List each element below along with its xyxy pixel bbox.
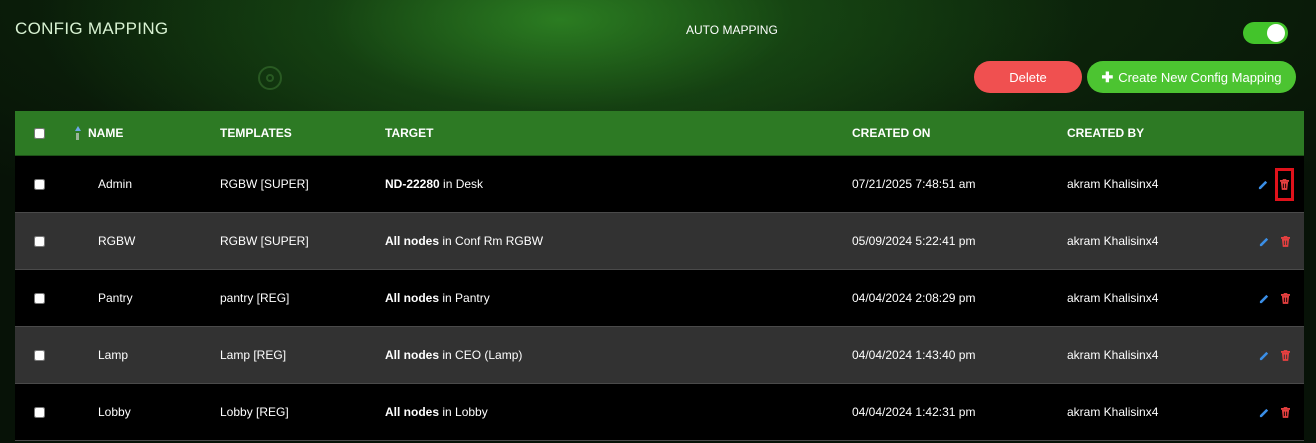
row-target-location: in Conf Rm RGBW [439, 234, 544, 248]
column-header-templates[interactable]: TEMPLATES [220, 126, 385, 140]
row-created-by: akram Khalisinx4 [1067, 177, 1159, 191]
row-template: RGBW [SUPER] [220, 177, 309, 191]
sort-ascending-icon[interactable] [67, 126, 88, 140]
row-created-by: akram Khalisinx4 [1067, 348, 1159, 362]
auto-mapping-toggle[interactable] [1243, 22, 1288, 44]
delete-button[interactable]: Delete [974, 61, 1082, 93]
row-target: ND-22280 in Desk [385, 177, 852, 191]
pencil-icon[interactable] [1258, 179, 1269, 190]
row-target: All nodes in CEO (Lamp) [385, 348, 852, 362]
config-mapping-table: NAME TEMPLATES TARGET CREATED ON CREATED… [15, 111, 1304, 441]
pencil-icon[interactable] [1259, 407, 1270, 418]
create-config-mapping-button[interactable]: ✚ Create New Config Mapping [1087, 61, 1296, 93]
row-name: Lamp [98, 348, 129, 362]
row-checkbox[interactable] [33, 406, 45, 418]
row-template: Lobby [REG] [220, 405, 289, 419]
table-row[interactable]: RGBW RGBW [SUPER] All nodes in Conf Rm R… [15, 213, 1304, 270]
row-target-location: in Lobby [439, 405, 488, 419]
pencil-icon[interactable] [1259, 293, 1270, 304]
column-header-name[interactable]: NAME [88, 126, 220, 140]
row-target-node: All nodes [385, 405, 440, 419]
row-created-by: akram Khalisinx4 [1067, 291, 1159, 305]
page-title: CONFIG MAPPING [15, 19, 169, 38]
row-name: Pantry [98, 291, 133, 305]
delete-row-button[interactable] [1275, 167, 1294, 201]
column-header-target[interactable]: TARGET [385, 126, 852, 140]
row-checkbox[interactable] [33, 349, 45, 361]
row-target: All nodes in Pantry [385, 291, 852, 305]
row-checkbox[interactable] [33, 235, 45, 247]
row-target: All nodes in Conf Rm RGBW [385, 234, 852, 248]
table-header: NAME TEMPLATES TARGET CREATED ON CREATED… [15, 111, 1304, 156]
row-checkbox[interactable] [33, 292, 45, 304]
delete-row-button[interactable] [1276, 340, 1294, 370]
toggle-knob [1267, 24, 1285, 42]
decorative-ring-icon [258, 66, 282, 90]
delete-button-label: Delete [1009, 69, 1047, 85]
row-template: pantry [REG] [220, 291, 290, 305]
row-created-on: 04/04/2024 2:08:29 pm [852, 291, 976, 305]
select-all-cell [15, 127, 63, 139]
plus-icon: ✚ [1101, 68, 1114, 85]
sort-toggle[interactable] [63, 126, 88, 140]
table-row[interactable]: Lamp Lamp [REG] All nodes in CEO (Lamp) … [15, 327, 1304, 384]
trash-icon[interactable] [1280, 292, 1290, 304]
trash-icon[interactable] [1280, 349, 1290, 361]
row-name: Admin [98, 177, 133, 191]
row-created-on: 04/04/2024 1:42:31 pm [852, 405, 976, 419]
row-name: Lobby [98, 405, 131, 419]
row-target-location: in Pantry [439, 291, 490, 305]
trash-icon[interactable] [1280, 235, 1290, 247]
row-created-on: 05/09/2024 5:22:41 pm [852, 234, 976, 248]
select-all-checkbox[interactable] [33, 127, 45, 139]
table-row[interactable]: Lobby Lobby [REG] All nodes in Lobby 04/… [15, 384, 1304, 441]
row-target-node: All nodes [385, 291, 440, 305]
row-created-by: akram Khalisinx4 [1067, 405, 1159, 419]
row-target-location: in CEO (Lamp) [439, 348, 523, 362]
delete-row-button[interactable] [1276, 226, 1294, 256]
delete-row-button[interactable] [1276, 397, 1294, 427]
row-created-by: akram Khalisinx4 [1067, 234, 1159, 248]
row-target-node: All nodes [385, 234, 440, 248]
row-name: RGBW [98, 234, 136, 248]
row-created-on: 07/21/2025 7:48:51 am [852, 177, 976, 191]
row-target-node: All nodes [385, 348, 440, 362]
row-template: RGBW [SUPER] [220, 234, 309, 248]
column-header-created-on[interactable]: CREATED ON [852, 126, 1067, 140]
trash-icon[interactable] [1280, 178, 1289, 190]
pencil-icon[interactable] [1259, 350, 1270, 361]
row-created-on: 04/04/2024 1:43:40 pm [852, 348, 976, 362]
table-row[interactable]: Admin RGBW [SUPER] ND-22280 in Desk 07/2… [15, 156, 1304, 213]
create-button-label: Create New Config Mapping [1118, 69, 1282, 85]
row-checkbox[interactable] [33, 178, 45, 190]
auto-mapping-label: AUTO MAPPING [686, 23, 778, 37]
row-target-node: ND-22280 [385, 177, 440, 191]
row-target: All nodes in Lobby [385, 405, 852, 419]
row-target-location: in Desk [439, 177, 484, 191]
column-header-created-by[interactable]: CREATED BY [1067, 126, 1247, 140]
pencil-icon[interactable] [1259, 236, 1270, 247]
trash-icon[interactable] [1280, 406, 1290, 418]
table-row[interactable]: Pantry pantry [REG] All nodes in Pantry … [15, 270, 1304, 327]
delete-row-button[interactable] [1276, 283, 1294, 313]
row-template: Lamp [REG] [220, 348, 287, 362]
